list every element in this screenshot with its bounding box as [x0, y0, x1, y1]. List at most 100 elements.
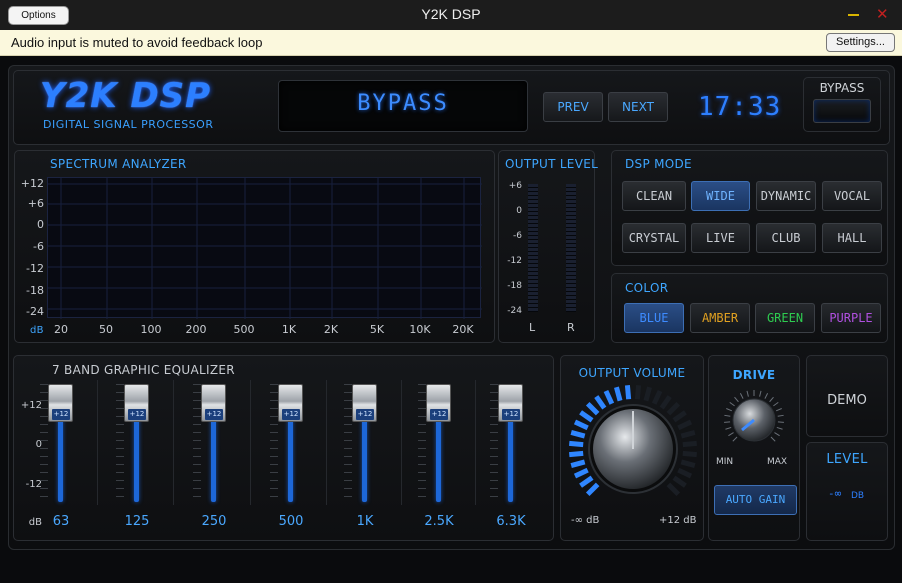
eq-freq-label: 63 — [52, 514, 70, 529]
eq-freq-label: 2.5K — [424, 514, 454, 529]
clock: 17:33 — [698, 92, 782, 122]
level-tick: 0 — [516, 206, 522, 216]
drive-tick — [759, 390, 762, 397]
drive-tick — [725, 426, 732, 430]
eq-scale-label: +12 — [20, 400, 42, 411]
volume-segment — [677, 467, 693, 479]
minimize-icon[interactable] — [848, 14, 859, 16]
volume-segment — [682, 450, 697, 458]
next-button[interactable]: NEXT — [608, 92, 668, 122]
spectrum-xtick: 100 — [140, 323, 162, 336]
drive-tick — [746, 390, 749, 397]
spectrum-xtick: 500 — [233, 323, 255, 336]
eq-slider-knob[interactable]: +12 — [48, 384, 73, 422]
eq-value: +12 — [430, 409, 448, 420]
spectrum-ytick: -12 — [26, 262, 44, 275]
level-tick: -12 — [507, 256, 522, 266]
drive-tick — [734, 396, 739, 403]
volume-segment — [585, 482, 600, 497]
title-bar: Options Y2K DSP ✕ — [0, 0, 902, 30]
volume-segment — [603, 389, 615, 405]
bypass-button[interactable] — [813, 99, 871, 123]
spectrum-title: SPECTRUM ANALYZER — [50, 157, 187, 171]
drive-title: DRIVE — [732, 368, 776, 382]
eq-value: +12 — [205, 409, 223, 420]
eq-slider-knob[interactable]: +12 — [352, 384, 377, 422]
drive-tick — [739, 393, 744, 399]
volume-segment — [634, 385, 642, 400]
spectrum-grid — [47, 177, 482, 319]
volume-segment — [672, 410, 687, 423]
eq-divider — [97, 380, 98, 505]
auto-gain-button[interactable]: AUTO GAIN — [714, 485, 797, 515]
drive-knob[interactable] — [714, 386, 794, 456]
mode-button-dynamic[interactable]: DYNAMIC — [756, 181, 816, 211]
color-button-green[interactable]: GREEN — [755, 303, 815, 333]
eq-slider-knob[interactable]: +12 — [124, 384, 149, 422]
volume-segment — [666, 401, 681, 416]
drive-tick — [770, 436, 776, 442]
volume-segment — [573, 467, 589, 479]
logo: Y2K DSP — [40, 76, 212, 116]
eq-slider-knob[interactable]: +12 — [426, 384, 451, 422]
color-title: COLOR — [625, 281, 669, 295]
spectrum-xtick: 1K — [281, 323, 297, 336]
eq-value: +12 — [356, 409, 374, 420]
volume-segment — [573, 419, 589, 431]
volume-segment — [651, 389, 663, 405]
eq-scale-label: -12 — [25, 479, 42, 490]
display-text: BYPASS — [357, 91, 449, 116]
bypass-label: BYPASS — [819, 81, 865, 95]
meter-left — [528, 184, 538, 312]
eq-slider-knob[interactable]: +12 — [498, 384, 523, 422]
eq-value: +12 — [52, 409, 70, 420]
spectrum-xtick: 20K — [452, 323, 474, 336]
volume-segment — [680, 430, 696, 439]
level-unit: DB — [851, 491, 865, 501]
mode-button-hall[interactable]: HALL — [822, 223, 882, 253]
volume-segment — [682, 440, 697, 448]
volume-segment — [594, 395, 607, 410]
eq-slider-knob[interactable]: +12 — [201, 384, 226, 422]
eq-divider — [250, 380, 251, 505]
volume-segment — [614, 386, 623, 402]
settings-button[interactable]: Settings... — [826, 33, 895, 52]
eq-freq-label: 500 — [278, 514, 304, 529]
drive-tick — [726, 408, 733, 412]
mode-button-wide[interactable]: WIDE — [691, 181, 750, 211]
preset-display: BYPASS — [278, 80, 528, 132]
demo-button[interactable]: DEMO — [806, 393, 888, 408]
eq-freq-label: 125 — [124, 514, 150, 529]
prev-button[interactable]: PREV — [543, 92, 603, 122]
color-button-amber[interactable]: AMBER — [690, 303, 750, 333]
color-button-purple[interactable]: PURPLE — [821, 303, 881, 333]
mode-button-club[interactable]: CLUB — [756, 223, 816, 253]
volume-segment — [680, 459, 696, 468]
drive-tick — [769, 396, 774, 403]
spectrum-ytick: 0 — [37, 218, 44, 231]
spectrum-ytick: -6 — [33, 240, 44, 253]
mode-button-live[interactable]: LIVE — [691, 223, 750, 253]
level-title: LEVEL — [826, 452, 868, 467]
meter-left-label: L — [529, 321, 536, 334]
mode-button-clean[interactable]: CLEAN — [622, 181, 686, 211]
eq-value: +12 — [128, 409, 146, 420]
notice-bar: Audio input is muted to avoid feedback l… — [0, 30, 902, 56]
eq-slider-knob[interactable]: +12 — [278, 384, 303, 422]
volume-knob[interactable] — [566, 383, 700, 507]
volume-segment — [569, 450, 584, 458]
close-icon[interactable]: ✕ — [876, 4, 889, 24]
spectrum-gridlines — [48, 178, 482, 319]
volume-max-label: +12 dB — [659, 515, 697, 526]
drive-tick — [729, 401, 735, 407]
color-button-blue[interactable]: BLUE — [624, 303, 684, 333]
mode-button-crystal[interactable]: CRYSTAL — [622, 223, 686, 253]
drive-tick — [774, 432, 780, 437]
spectrum-xtick: 5K — [369, 323, 385, 336]
app-window: Options Y2K DSP ✕ Audio input is muted t… — [0, 0, 902, 583]
mode-button-vocal[interactable]: VOCAL — [822, 181, 882, 211]
eq-freq-label: 250 — [201, 514, 227, 529]
eq-divider — [326, 380, 327, 505]
level-tick: -18 — [507, 281, 522, 291]
level-tick: -24 — [507, 306, 522, 316]
